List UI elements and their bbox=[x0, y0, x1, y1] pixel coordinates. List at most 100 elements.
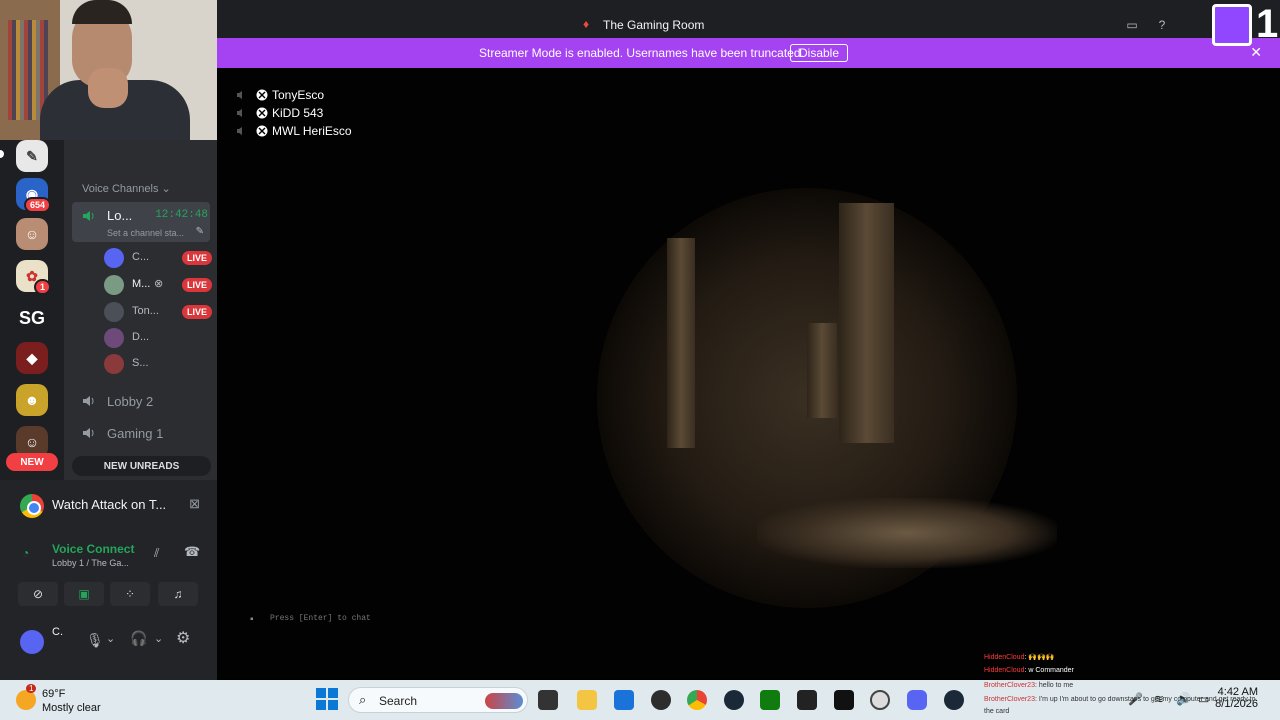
pillar-small bbox=[807, 323, 837, 418]
chevron-down-icon: ⌄ bbox=[161, 183, 171, 195]
game-app-icon[interactable] bbox=[651, 690, 671, 710]
steam-icon[interactable] bbox=[944, 690, 964, 710]
app-circle-icon[interactable] bbox=[870, 690, 890, 710]
chevron-down-icon[interactable]: ⌄ bbox=[154, 632, 163, 645]
twitch-count: 1 bbox=[1256, 2, 1279, 46]
pillar-left bbox=[667, 238, 695, 448]
channel-timer: 12:42:48 bbox=[155, 209, 208, 221]
voice-user[interactable]: D... bbox=[104, 326, 212, 350]
activities-button[interactable]: ⁘ bbox=[110, 582, 150, 606]
chevron-down-icon[interactable]: ⌄ bbox=[106, 632, 115, 645]
watch-label: Watch Attack on T... bbox=[52, 497, 167, 512]
headphones-icon[interactable]: 🎧 bbox=[130, 630, 147, 647]
speaker-icon bbox=[83, 428, 94, 438]
player-name: MWL HeriEsco bbox=[272, 124, 352, 138]
weather-icon bbox=[16, 690, 36, 710]
server-icon-face[interactable]: ☺ bbox=[16, 218, 48, 250]
speaker-icon bbox=[237, 127, 242, 135]
activities-icon: ⁘ bbox=[124, 587, 136, 601]
chrome-icon[interactable] bbox=[687, 690, 707, 710]
voice-user[interactable]: M... ⊗ LIVE bbox=[104, 273, 212, 297]
xbox-icon bbox=[256, 107, 268, 119]
xbox-icon[interactable] bbox=[760, 690, 780, 710]
user-avatar[interactable] bbox=[20, 630, 44, 654]
disable-button[interactable]: Disable bbox=[790, 44, 849, 62]
watch-activity[interactable]: Watch Attack on T... ⊠ bbox=[16, 490, 202, 520]
user-bar: C. 🎙 ⌄ 🎧 ⌄ ⚙ bbox=[8, 616, 210, 664]
file-explorer-icon[interactable] bbox=[577, 690, 597, 710]
search-icon: ⌕ bbox=[359, 692, 367, 707]
store-icon[interactable] bbox=[614, 690, 634, 710]
voice-channel-lobby-2[interactable]: Lobby 2 bbox=[72, 390, 210, 412]
voice-connection: ◔ Voice Connect Lobby 1 / The Ga... ⫽ ☎ bbox=[16, 538, 202, 572]
signal-icon: ◔ bbox=[22, 546, 30, 560]
chrome-icon bbox=[20, 494, 44, 518]
gear-icon[interactable]: ⚙ bbox=[176, 628, 190, 648]
voice-channels-header[interactable]: Voice Channels ⌄ bbox=[82, 182, 171, 195]
voice-user[interactable]: Ton... LIVE bbox=[104, 300, 212, 324]
screen-share-button[interactable]: ▣ bbox=[64, 582, 104, 606]
user-name: M... bbox=[132, 278, 151, 290]
voice-user[interactable]: C... LIVE bbox=[104, 246, 212, 270]
channel-status[interactable]: Set a channel sta... bbox=[107, 228, 184, 238]
server-icon-sg[interactable]: SG bbox=[16, 302, 48, 334]
camera-off-button[interactable]: ⊘ bbox=[18, 582, 58, 606]
search-label: Search bbox=[379, 694, 418, 708]
microphone-icon[interactable]: 🎙 bbox=[86, 632, 104, 649]
xbox-icon: ⊗ bbox=[154, 278, 164, 290]
windows-logo-pane bbox=[328, 688, 338, 698]
voice-channel-lobby-1[interactable]: Lo... 12:42:48 Set a channel sta... ✎ bbox=[72, 202, 210, 242]
channel-sidebar: Voice Channels ⌄ Lo... 12:42:48 Set a ch… bbox=[64, 140, 217, 480]
activity-panel: Watch Attack on T... ⊠ ◔ Voice Connect L… bbox=[8, 484, 210, 666]
server-unread-pill bbox=[0, 150, 4, 158]
voice-channel-gaming-1[interactable]: Gaming 1 bbox=[72, 422, 210, 444]
epic-games-icon[interactable] bbox=[834, 690, 854, 710]
server-icon-sketch[interactable]: ✎ bbox=[16, 140, 48, 172]
discord-icon[interactable] bbox=[907, 690, 927, 710]
speaker-icon bbox=[83, 211, 94, 221]
player-name: TonyEsco bbox=[272, 88, 325, 102]
server-badge: 654 bbox=[24, 197, 52, 213]
start-button[interactable] bbox=[316, 688, 338, 710]
soundboard-button[interactable]: ♫ bbox=[158, 582, 198, 606]
user-initial[interactable]: C. bbox=[52, 626, 63, 638]
server-icon-red[interactable]: ◆ bbox=[16, 342, 48, 374]
user-name: D... bbox=[132, 331, 150, 343]
twitch-icon bbox=[1212, 4, 1252, 46]
server-icon-gold[interactable]: ☻ bbox=[16, 384, 48, 416]
twitch-overlay: 1 bbox=[1208, 2, 1280, 52]
help-icon[interactable]: ? bbox=[1155, 18, 1169, 32]
live-badge: LIVE bbox=[181, 278, 212, 292]
chat-text: : 🙌🙌🙌 bbox=[1024, 654, 1055, 661]
taskbar-search[interactable]: ⌕ Search bbox=[348, 687, 528, 713]
soundboard-icon: ♫ bbox=[173, 587, 183, 601]
chat-text: : w Commander bbox=[1024, 667, 1074, 674]
7zip-icon[interactable] bbox=[797, 690, 817, 710]
chat-prompt: Press [Enter] to chat bbox=[270, 614, 371, 623]
pencil-icon[interactable]: ✎ bbox=[196, 226, 204, 237]
noise-suppression-icon[interactable]: ⫽ bbox=[154, 546, 159, 561]
new-pill[interactable]: NEW bbox=[6, 453, 58, 471]
avatar bbox=[104, 328, 124, 348]
chat-text: : I'm up I'm about to go downstairs to g… bbox=[1034, 696, 1256, 703]
inbox-icon[interactable]: ▭ bbox=[1125, 18, 1139, 32]
camera-off-icon: ⊘ bbox=[32, 587, 44, 601]
voice-user[interactable]: S... bbox=[104, 352, 212, 376]
weather-badge: 1 bbox=[26, 684, 37, 693]
close-icon[interactable]: ⊠ bbox=[189, 496, 200, 512]
weather-widget[interactable]: 1 69°F Mostly clear bbox=[14, 684, 124, 716]
chat-line: HiddenCloud: 🙌🙌🙌 bbox=[984, 653, 1055, 661]
chat-line: HiddenCloud: w Commander bbox=[984, 667, 1074, 674]
new-unreads-button[interactable]: NEW UNREADS bbox=[72, 456, 211, 476]
streamer-mode-banner: Streamer Mode is enabled. Usernames have… bbox=[217, 38, 1280, 68]
speaker-icon bbox=[83, 396, 94, 406]
task-view-icon[interactable] bbox=[538, 690, 558, 710]
disconnect-icon[interactable]: ☎ bbox=[184, 544, 200, 560]
avatar bbox=[104, 275, 124, 295]
steam-icon[interactable] bbox=[724, 690, 744, 710]
screen-share-icon: ▣ bbox=[78, 587, 90, 601]
voice-connected-label[interactable]: Voice Connect bbox=[52, 542, 134, 556]
server-icon-small: ♦ bbox=[583, 17, 590, 31]
voice-location[interactable]: Lobby 1 / The Ga... bbox=[52, 558, 129, 568]
game-stream-view[interactable] bbox=[217, 68, 1280, 678]
